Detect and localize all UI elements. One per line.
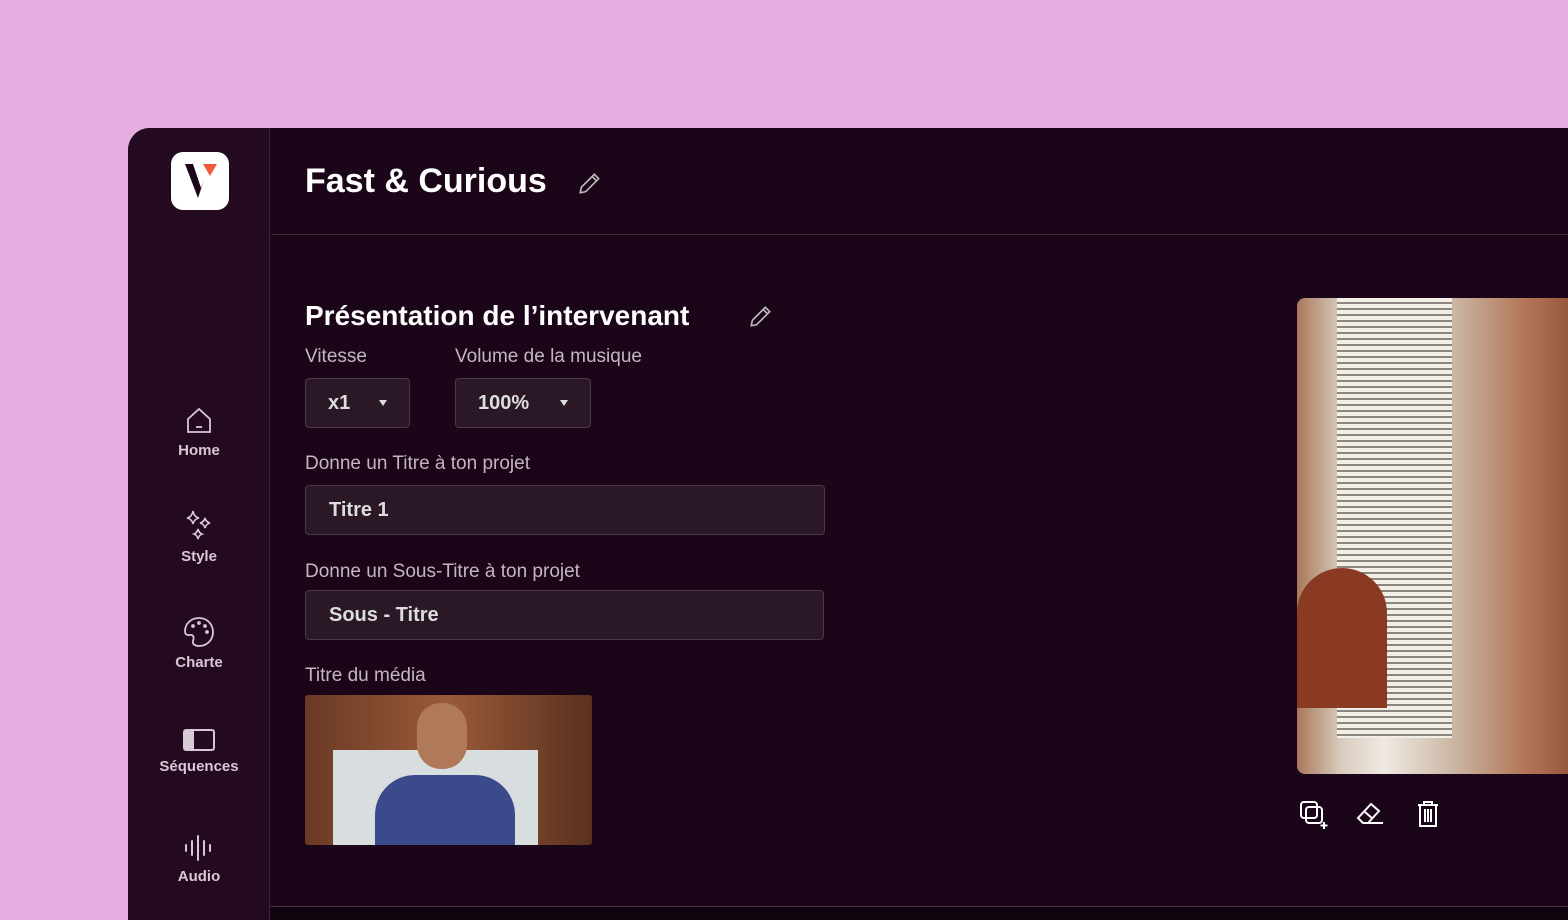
- sequences-icon: [183, 729, 215, 751]
- sparkles-icon: [186, 510, 211, 540]
- duplicate-icon[interactable]: [1299, 800, 1329, 830]
- sidebar-item-home[interactable]: Home: [128, 406, 270, 459]
- sidebar-item-charte[interactable]: Charte: [128, 616, 270, 671]
- subtitle-label: Donne un Sous-Titre à ton projet: [305, 561, 580, 582]
- chevron-down-icon: [379, 400, 387, 406]
- title-input[interactable]: Titre 1: [305, 485, 825, 535]
- volume-label: Volume de la musique: [455, 346, 642, 367]
- header: Fast & Curious: [271, 128, 1568, 235]
- sidebar-item-sequences[interactable]: Séquences: [128, 728, 270, 775]
- palette-icon: [184, 617, 214, 647]
- audio-icon: [185, 835, 211, 861]
- sidebar-item-style[interactable]: Style: [128, 510, 270, 565]
- sidebar-item-audio[interactable]: Audio: [128, 834, 270, 885]
- edit-section-icon[interactable]: [748, 303, 774, 329]
- chevron-down-icon: [560, 400, 568, 406]
- title-label: Donne un Titre à ton projet: [305, 453, 530, 474]
- edit-title-icon[interactable]: [577, 170, 603, 196]
- eraser-icon[interactable]: [1355, 800, 1385, 828]
- speed-label: Vitesse: [305, 346, 367, 367]
- project-title: Fast & Curious: [305, 162, 547, 200]
- media-preview: [1297, 298, 1568, 774]
- volume-select[interactable]: 100%: [455, 378, 591, 428]
- trash-icon[interactable]: [1416, 800, 1440, 828]
- home-icon: [187, 407, 211, 433]
- bottom-divider: [271, 906, 1568, 920]
- media-label: Titre du média: [305, 665, 426, 686]
- app-logo[interactable]: [171, 152, 229, 210]
- media-thumbnail[interactable]: [305, 695, 592, 845]
- app-window: Home Style Charte Séquences Audio Fast &…: [128, 128, 1568, 920]
- subtitle-input[interactable]: Sous - Titre: [305, 590, 824, 640]
- sidebar: Home Style Charte Séquences Audio: [128, 128, 270, 920]
- speed-select[interactable]: x1: [305, 378, 410, 428]
- section-title: Présentation de l’intervenant: [305, 300, 690, 331]
